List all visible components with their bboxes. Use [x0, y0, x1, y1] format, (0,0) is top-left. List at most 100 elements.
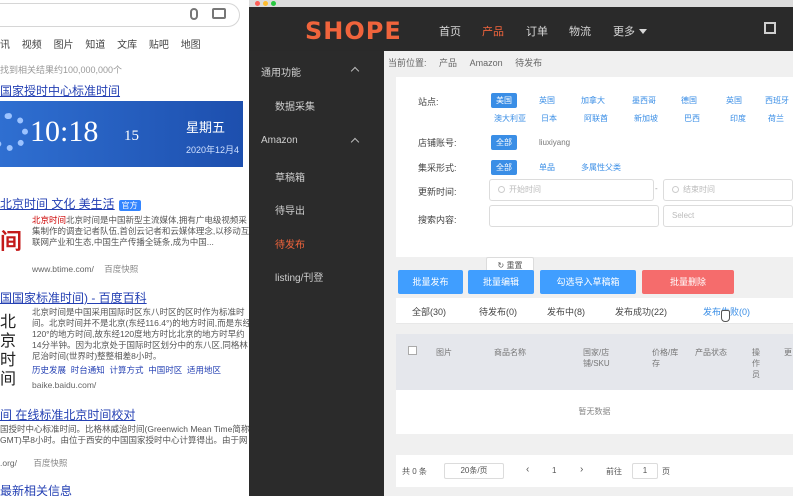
window-titlebar — [249, 0, 793, 7]
search-tab[interactable]: 讯 — [0, 36, 10, 51]
site-chip[interactable]: 英国 — [539, 93, 555, 108]
chevron-up-icon[interactable] — [350, 66, 360, 76]
breadcrumb-item[interactable]: 产品 — [439, 58, 457, 68]
sidebar-item-collect[interactable]: 数据采集 — [275, 98, 315, 113]
snapshot-link[interactable]: 百度快照 — [33, 458, 67, 468]
tab-publishing[interactable]: 发布中(8) — [547, 305, 585, 318]
close-icon[interactable] — [255, 1, 260, 6]
collect-chip[interactable]: 全部 — [491, 160, 517, 175]
page-size-select[interactable]: 20条/页 — [444, 463, 504, 479]
clock-icon — [498, 186, 505, 193]
site-chip[interactable]: 日本 — [541, 111, 557, 126]
result-url[interactable]: www.btime.com/ 百度快照 — [32, 263, 138, 275]
clock-icon — [672, 186, 679, 193]
result-url[interactable]: baike.baidu.com/ — [32, 380, 96, 390]
maximize-icon[interactable] — [271, 1, 276, 6]
nav-home[interactable]: 首页 — [439, 23, 461, 39]
goto-unit: 页 — [662, 467, 670, 476]
site-chip[interactable]: 阿联酋 — [584, 111, 608, 126]
site-chip[interactable]: 西班牙 — [765, 93, 789, 108]
column-header: 更 — [784, 348, 792, 357]
end-time-input[interactable]: 结束时间 — [663, 179, 793, 201]
site-chip[interactable]: 英国 — [726, 93, 742, 108]
column-header: 操作员 — [752, 348, 760, 379]
nav-logistics[interactable]: 物流 — [569, 23, 591, 39]
search-tab[interactable]: 知道 — [85, 36, 105, 51]
start-time-input[interactable]: 开始时间 — [489, 179, 654, 201]
result-title[interactable]: 北京时间 文化 美生活 官方 — [0, 195, 141, 212]
collect-chip[interactable]: 单品 — [539, 160, 555, 175]
nav-more[interactable]: 更多 — [613, 23, 647, 39]
nav-products[interactable]: 产品 — [482, 23, 504, 39]
collect-chip[interactable]: 多属性父类 — [581, 160, 621, 175]
sidebar: 通用功能 数据采集 Amazon 草稿箱 待导出 待发布 listing/刊登 — [249, 51, 384, 496]
select-all-checkbox[interactable] — [408, 346, 417, 355]
chevron-up-icon[interactable] — [350, 137, 360, 147]
site-chip[interactable]: 墨西哥 — [632, 93, 656, 108]
batch-publish-button[interactable]: 批量发布 — [398, 270, 463, 294]
sidebar-group-general[interactable]: 通用功能 — [261, 64, 301, 79]
sublink[interactable]: 计算方式 — [110, 365, 144, 375]
site-chip[interactable]: 新加坡 — [634, 111, 658, 126]
batch-delete-button[interactable]: 批量删除 — [642, 270, 734, 294]
sidebar-item-listing[interactable]: listing/刊登 — [275, 269, 323, 284]
import-drafts-button[interactable]: 勾选导入草稿箱 — [540, 270, 636, 294]
search-tab[interactable]: 地图 — [181, 36, 201, 51]
site-chip[interactable]: 德国 — [681, 93, 697, 108]
site-chip[interactable]: 荷兰 — [768, 111, 784, 126]
result-title[interactable]: 国家授时中心标准时间 — [0, 82, 120, 99]
result-title[interactable]: 国国家标准时间) - 百度百科 — [0, 289, 147, 306]
search-input[interactable] — [0, 3, 240, 27]
clock-time: 10:18 — [30, 115, 99, 148]
result-snippet: 北京时间北京时间是中国新型主流媒体,拥有广电级视频采集制作的调查记者队伍,首创云… — [32, 215, 250, 247]
batch-edit-button[interactable]: 批量编辑 — [468, 270, 534, 294]
brand-logo: SHOPE — [305, 17, 402, 45]
result-title[interactable]: 间 在线标准北京时间校对 — [0, 406, 135, 423]
sublink[interactable]: 中国时区 — [148, 365, 182, 375]
column-header: 产品状态 — [695, 348, 727, 357]
sublink[interactable]: 适用地区 — [187, 365, 221, 375]
snapshot-link[interactable]: 百度快照 — [104, 264, 138, 274]
column-header: 国家/店铺/SKU — [583, 348, 610, 368]
site-chip[interactable]: 巴西 — [684, 111, 700, 126]
sidebar-item-to-export[interactable]: 待导出 — [275, 202, 305, 217]
microphone-icon[interactable] — [190, 8, 198, 20]
search-tab[interactable]: 贴吧 — [149, 36, 169, 51]
search-tab[interactable]: 文库 — [117, 36, 137, 51]
search-tab[interactable]: 图片 — [54, 36, 74, 51]
sublink[interactable]: 时台通知 — [71, 365, 105, 375]
nav-orders[interactable]: 订单 — [526, 23, 548, 39]
search-content-input[interactable] — [489, 205, 659, 227]
sidebar-item-to-publish[interactable]: 待发布 — [275, 236, 305, 251]
background-browser: 讯 视频 图片 知道 文库 贴吧 地图 找到相关结果约100,000,000个 … — [0, 0, 260, 496]
site-chip[interactable]: 印度 — [730, 111, 746, 126]
sun-icon — [0, 113, 28, 151]
breadcrumb-item[interactable]: Amazon — [470, 58, 503, 68]
clock-weekday: 星期五 — [186, 120, 226, 135]
tab-all[interactable]: 全部(30) — [412, 305, 446, 318]
fullscreen-icon[interactable] — [764, 22, 776, 34]
next-page-icon[interactable]: › — [580, 464, 583, 475]
camera-icon[interactable] — [212, 8, 226, 19]
site-chip[interactable]: 美国 — [491, 93, 517, 108]
minimize-icon[interactable] — [263, 1, 268, 6]
search-tab[interactable]: 视频 — [22, 36, 42, 51]
site-chip[interactable]: 加拿大 — [581, 93, 605, 108]
prev-page-icon[interactable]: ‹ — [526, 464, 529, 475]
sidebar-group-amazon[interactable]: Amazon — [261, 135, 298, 146]
shop-chip-all[interactable]: 全部 — [491, 135, 517, 150]
result-title[interactable]: 最新相关信息 — [0, 482, 72, 496]
shop-account[interactable]: liuxiyang — [539, 138, 570, 147]
goto-page-input[interactable]: 1 — [632, 463, 658, 479]
sidebar-item-drafts[interactable]: 草稿箱 — [275, 169, 305, 184]
tab-success[interactable]: 发布成功(22) — [615, 305, 667, 318]
column-header: 价格/库存 — [652, 348, 679, 368]
search-field-select[interactable]: Select — [663, 205, 793, 227]
site-chip[interactable]: 澳大利亚 — [494, 111, 526, 126]
page-number[interactable]: 1 — [552, 466, 556, 475]
search-tabs: 讯 视频 图片 知道 文库 贴吧 地图 — [0, 36, 210, 51]
tab-pending[interactable]: 待发布(0) — [479, 305, 517, 318]
result-url[interactable]: .org/ 百度快照 — [0, 457, 67, 469]
sublink[interactable]: 历史发展 — [32, 365, 66, 375]
time-widget: 10:18 15 星期五 2020年12月4 — [0, 101, 243, 167]
